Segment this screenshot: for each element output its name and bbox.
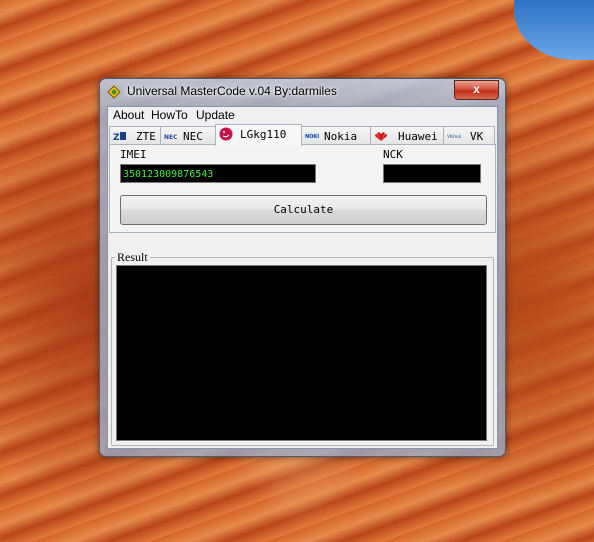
calculate-button[interactable]: Calculate — [120, 195, 487, 225]
menu-update[interactable]: Update — [196, 108, 235, 122]
svg-text:NEC: NEC — [164, 134, 178, 141]
result-group: Result — [111, 250, 494, 446]
svg-text:NOKIA: NOKIA — [305, 134, 319, 140]
app-icon — [107, 85, 121, 99]
tab-huawei[interactable]: Huawei — [370, 126, 444, 145]
tab-label: ZTE — [136, 130, 156, 143]
window-client-area: About HowTo Update Z ZTE NEC NEC LGkg110… — [107, 106, 498, 449]
tab-vk[interactable]: VKmob VK — [443, 126, 495, 145]
nck-output-field[interactable] — [383, 164, 481, 183]
result-label: Result — [115, 250, 150, 265]
zte-logo-icon: Z — [113, 131, 127, 142]
imei-input[interactable]: 350123009876543 — [120, 164, 316, 183]
tab-label: Huawei — [398, 130, 438, 143]
title-bar[interactable]: Universal MasterCode v.04 By:darmiles x — [100, 79, 505, 105]
svg-text:Z: Z — [113, 133, 120, 142]
window-title: Universal MasterCode v.04 By:darmiles — [127, 84, 337, 98]
tab-strip: Z ZTE NEC NEC LGkg110 NOK Nokia Huawei V… — [109, 124, 495, 146]
desktop-sky — [514, 0, 594, 60]
vk-logo-icon: VKmob — [447, 133, 461, 140]
tab-label: Nokia — [324, 130, 358, 143]
tab-lgkg110[interactable]: LGkg110 — [215, 124, 302, 146]
menu-about[interactable]: About — [113, 108, 144, 122]
imei-label: IMEI — [120, 148, 147, 161]
nck-label: NCK — [383, 148, 403, 161]
tab-label: NEC — [183, 130, 203, 143]
close-button[interactable]: x — [454, 80, 499, 100]
lg-logo-icon — [219, 127, 233, 141]
app-window: Universal MasterCode v.04 By:darmiles x … — [99, 78, 506, 457]
tab-panel-lgkg110: IMEI 350123009876543 NCK Calculate — [109, 144, 496, 233]
tab-label: LGkg110 — [240, 128, 287, 141]
tab-nokia[interactable]: NOKIA Nokia — [301, 126, 371, 145]
nokia-logo-icon: NOKIA — [305, 132, 319, 140]
svg-text:VKmob: VKmob — [447, 134, 461, 140]
huawei-logo-icon — [375, 132, 387, 141]
result-textarea[interactable] — [116, 265, 487, 441]
nec-logo-icon: NEC — [164, 133, 178, 141]
menu-bar: About HowTo Update — [108, 107, 497, 123]
tab-label: VK — [470, 130, 484, 143]
menu-howto[interactable]: HowTo — [151, 108, 188, 122]
tab-zte[interactable]: Z ZTE — [109, 126, 161, 145]
tab-nec[interactable]: NEC NEC — [160, 126, 216, 145]
